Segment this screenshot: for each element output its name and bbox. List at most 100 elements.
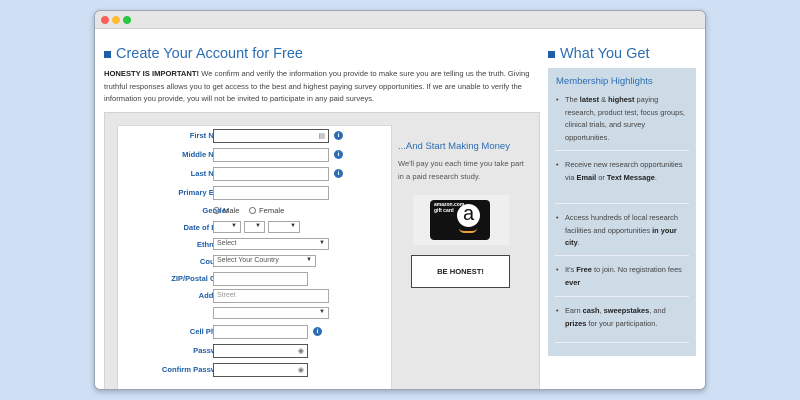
divider <box>555 296 689 297</box>
signup-form: First Name ▤ i Middle Name i Last Name i… <box>117 125 393 389</box>
highlight-bold: sweepstakes <box>603 306 650 315</box>
gender-female-radio[interactable]: Female <box>249 206 284 215</box>
gender-row: Gender Male Female <box>118 204 393 218</box>
chevron-down-icon: ▼ <box>306 257 312 263</box>
gift-card: amazon.com gift card a <box>430 200 490 240</box>
amazon-smile-icon <box>459 228 477 233</box>
key-icon: ◉ <box>297 367 304 374</box>
cell-phone-row: Cell Phone i <box>118 325 393 339</box>
dob-day-select[interactable]: ▼ <box>244 221 265 233</box>
window-titlebar <box>95 11 705 29</box>
chevron-down-icon: ▼ <box>319 309 325 315</box>
highlight-item: It's Free to join. No registration fees … <box>555 264 689 289</box>
info-icon[interactable]: i <box>334 150 343 159</box>
country-value: Select Your Country <box>217 257 279 264</box>
chevron-down-icon: ▼ <box>290 223 296 229</box>
last-name-field[interactable] <box>213 167 329 181</box>
maximize-dot-icon[interactable] <box>123 16 131 24</box>
middle-name-row: Middle Name i <box>118 148 393 162</box>
address-select-row: ▼ <box>118 307 393 321</box>
highlight-bold: Email <box>576 172 597 182</box>
highlight-text: & <box>599 95 609 104</box>
password-row: Password ◉ <box>118 344 393 358</box>
divider <box>555 203 689 204</box>
cell-phone-field[interactable] <box>213 325 308 339</box>
start-making-money-title: ...And Start Making Money <box>398 141 510 152</box>
first-name-row: First Name ▤ i <box>118 129 393 143</box>
confirm-password-field[interactable]: ◉ <box>213 363 308 377</box>
gender-male-radio[interactable]: Male <box>213 206 239 215</box>
highlight-text: Earn <box>565 306 583 315</box>
zip-field[interactable] <box>213 272 308 286</box>
honesty-bold: HONESTY IS IMPORTANT! <box>104 69 200 78</box>
close-dot-icon[interactable] <box>101 16 109 24</box>
highlight-item: Access hundreds of local research facili… <box>555 212 689 250</box>
heading-square-icon <box>104 50 111 58</box>
be-honest-button[interactable]: BE HONEST! <box>411 255 510 288</box>
country-select[interactable]: Select Your Country ▼ <box>213 255 316 267</box>
dob-month-select[interactable]: ▼ <box>213 221 241 233</box>
highlight-text: , and <box>649 306 666 315</box>
primary-email-field[interactable] <box>213 186 329 200</box>
highlight-text: or <box>596 172 607 182</box>
address-select[interactable]: ▼ <box>213 307 329 319</box>
what-you-get-heading: What You Get <box>548 46 649 62</box>
highlight-bold: cash <box>582 306 600 315</box>
highlight-text: for your participation. <box>586 318 658 328</box>
divider <box>555 255 689 256</box>
first-name-field[interactable]: ▤ <box>213 129 329 143</box>
amazon-gift-card-image: amazon.com gift card a <box>413 195 509 245</box>
ethnicity-value: Select <box>217 240 237 247</box>
highlight-bold: ever <box>565 277 581 287</box>
ethnicity-row: Ethnicity Select▼ <box>118 238 393 252</box>
confirm-password-row: Confirm Password ◉ <box>118 363 393 377</box>
highlight-text: . <box>654 172 657 182</box>
divider <box>555 150 689 151</box>
address-placeholder: Street <box>217 292 236 299</box>
highlight-item: Earn cash, sweepstakes, and prizes for y… <box>555 305 689 330</box>
address-street-field[interactable]: Street <box>213 289 329 303</box>
highlight-bold: highest <box>608 95 635 104</box>
password-field[interactable]: ◉ <box>213 344 308 358</box>
radio-circle-icon <box>213 207 220 214</box>
info-icon[interactable]: i <box>334 131 343 140</box>
membership-highlights-title: Membership Highlights <box>556 76 653 87</box>
ethnicity-select[interactable]: Select ▼ <box>213 238 329 250</box>
signup-form-container: First Name ▤ i Middle Name i Last Name i… <box>104 112 540 389</box>
chevron-down-icon: ▼ <box>319 240 325 246</box>
primary-email-row: Primary Email <box>118 186 393 200</box>
highlight-bold: prizes <box>565 318 587 328</box>
middle-name-field[interactable] <box>213 148 329 162</box>
highlight-text: to join. No registration fees <box>591 265 682 274</box>
contact-card-icon: ▤ <box>318 133 325 140</box>
create-account-heading: Create Your Account for Free <box>104 46 303 62</box>
highlight-bold: Text Message <box>606 172 655 182</box>
country-row: Country Select Your Country▼ <box>118 255 393 269</box>
highlight-bold: latest <box>579 95 600 104</box>
gender-female-label: Female <box>259 206 285 215</box>
highlight-bold: Free <box>576 265 592 274</box>
start-making-money-text: We'll pay you each time you take part in… <box>398 159 524 181</box>
amazon-logo-icon: a <box>457 204 480 227</box>
last-name-row: Last Name i <box>118 167 393 181</box>
dob-year-select[interactable]: ▼ <box>268 221 300 233</box>
zip-row: ZIP/Postal Code <box>118 272 393 286</box>
divider <box>555 342 689 343</box>
gender-male-label: Male <box>223 206 240 215</box>
info-icon[interactable]: i <box>313 327 322 336</box>
radio-circle-icon <box>249 207 256 214</box>
create-account-title: Create Your Account for Free <box>116 46 303 62</box>
chevron-down-icon: ▼ <box>231 223 237 229</box>
page-content: Create Your Account for Free What You Ge… <box>95 29 705 389</box>
gift-card-brand-bottom: gift card <box>434 207 454 214</box>
dob-row: Date of Birth ▼ ▼ ▼ <box>118 221 393 235</box>
minimize-dot-icon[interactable] <box>112 16 120 24</box>
chevron-down-icon: ▼ <box>255 223 261 229</box>
highlight-item: The latest & highest paying research, pr… <box>555 94 689 144</box>
membership-highlights-panel: Membership Highlights The latest & highe… <box>548 68 696 356</box>
browser-window: Create Your Account for Free What You Ge… <box>94 10 706 390</box>
address-row: Address Street <box>118 289 393 303</box>
highlight-text: . <box>577 238 580 247</box>
highlight-text: It's <box>565 265 577 274</box>
info-icon[interactable]: i <box>334 169 343 178</box>
